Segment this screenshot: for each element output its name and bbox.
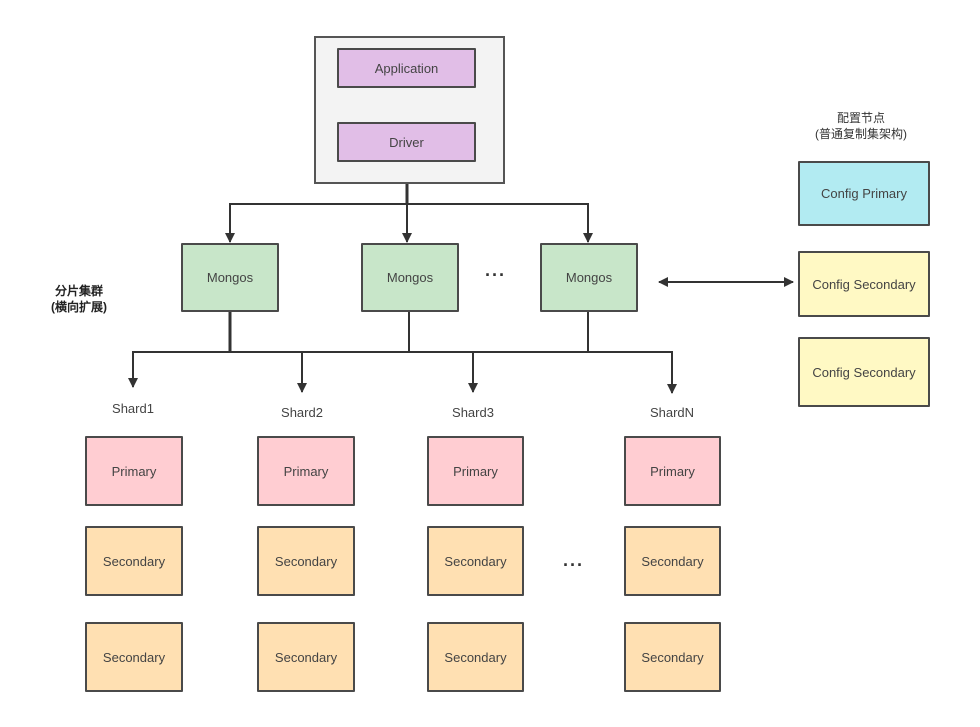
shard2-primary-node[interactable]: Primary: [257, 436, 355, 506]
shards-ellipsis: ···: [563, 555, 584, 575]
secondary-label: Secondary: [444, 553, 507, 569]
config-secondary-node-2[interactable]: Config Secondary: [798, 337, 930, 407]
application-label: Application: [374, 60, 439, 76]
shard3-secondary-node-2[interactable]: Secondary: [427, 622, 524, 692]
config-secondary-node-1[interactable]: Config Secondary: [798, 251, 930, 317]
primary-label: Primary: [650, 463, 695, 479]
shard2-secondary-node-1[interactable]: Secondary: [257, 526, 355, 596]
config-title-line2: (普通复制集架构): [815, 127, 907, 141]
secondary-label: Secondary: [102, 553, 166, 569]
secondary-label: Secondary: [641, 553, 704, 569]
primary-label: Primary: [453, 463, 498, 479]
shard-label-1: Shard1: [112, 401, 154, 416]
config-title: 配置节点 (普通复制集架构): [786, 110, 936, 142]
config-title-line1: 配置节点: [836, 111, 885, 125]
shard-label-2: Shard2: [281, 405, 323, 420]
primary-label: Primary: [111, 463, 157, 479]
shard-label-3: Shard3: [452, 405, 494, 420]
secondary-label: Secondary: [641, 649, 704, 665]
shard1-secondary-node-2[interactable]: Secondary: [85, 622, 183, 692]
shardn-secondary-node-2[interactable]: Secondary: [624, 622, 721, 692]
shard2-secondary-node-2[interactable]: Secondary: [257, 622, 355, 692]
driver-label: Driver: [389, 134, 424, 150]
config-secondary-label: Config Secondary: [812, 364, 916, 380]
application-node[interactable]: Application: [337, 48, 476, 88]
mongos-ellipsis: ···: [485, 265, 506, 285]
secondary-label: Secondary: [274, 553, 338, 569]
primary-label: Primary: [283, 463, 329, 479]
secondary-label: Secondary: [274, 649, 338, 665]
secondary-label: Secondary: [444, 649, 507, 665]
sharded-cluster-label: 分片集群 (横向扩展): [44, 283, 114, 315]
shard3-primary-node[interactable]: Primary: [427, 436, 524, 506]
sharded-cluster-label-line2: (横向扩展): [51, 300, 107, 314]
mongos-label: Mongos: [386, 270, 434, 285]
sharded-cluster-label-line1: 分片集群: [54, 284, 103, 298]
mongos-node-2[interactable]: Mongos: [361, 243, 459, 312]
driver-node[interactable]: Driver: [337, 122, 476, 162]
shardn-secondary-node-1[interactable]: Secondary: [624, 526, 721, 596]
shard1-secondary-node-1[interactable]: Secondary: [85, 526, 183, 596]
config-secondary-label: Config Secondary: [812, 276, 916, 292]
config-primary-label: Config Primary: [821, 186, 907, 201]
shard-label-n: ShardN: [649, 405, 695, 420]
shard3-secondary-node-1[interactable]: Secondary: [427, 526, 524, 596]
shardn-primary-node[interactable]: Primary: [624, 436, 721, 506]
mongos-label: Mongos: [565, 270, 613, 285]
secondary-label: Secondary: [102, 649, 166, 665]
config-primary-node[interactable]: Config Primary: [798, 161, 930, 226]
mongos-node-3[interactable]: Mongos: [540, 243, 638, 312]
mongos-label: Mongos: [206, 270, 254, 285]
mongos-node-1[interactable]: Mongos: [181, 243, 279, 312]
shard1-primary-node[interactable]: Primary: [85, 436, 183, 506]
